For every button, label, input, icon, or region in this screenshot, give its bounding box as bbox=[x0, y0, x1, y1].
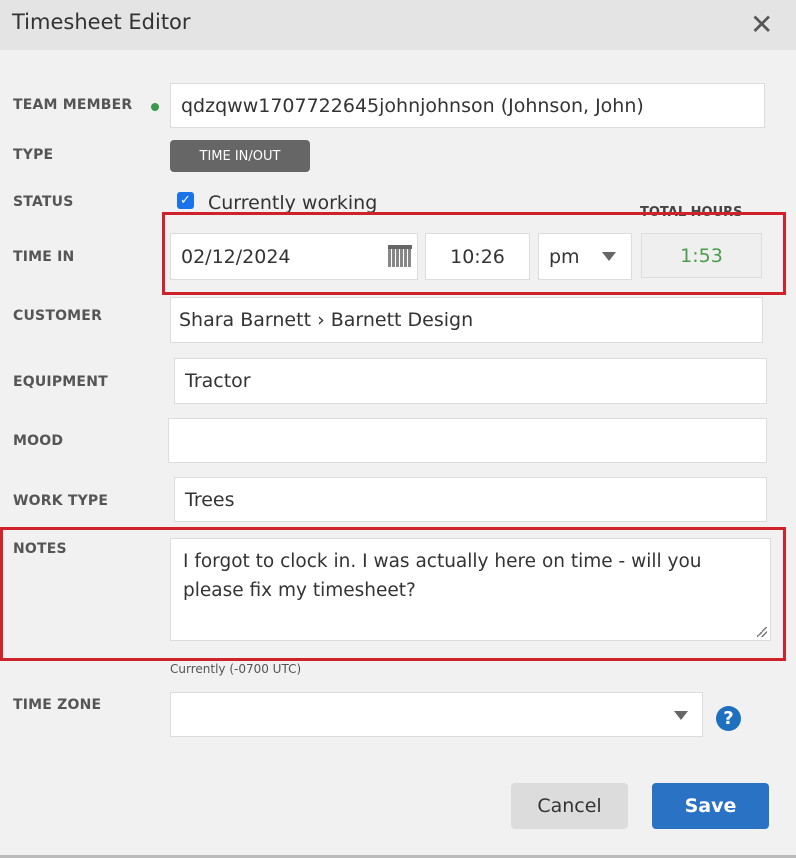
notes-label: NOTES bbox=[13, 541, 67, 557]
chevron-down-icon bbox=[601, 252, 616, 261]
mood-input[interactable] bbox=[168, 418, 767, 463]
type-button[interactable]: TIME IN/OUT bbox=[170, 140, 310, 172]
dialog-title: Timesheet Editor bbox=[12, 10, 191, 34]
team-member-label: TEAM MEMBER bbox=[13, 97, 133, 113]
work-type-input[interactable]: Trees bbox=[174, 477, 767, 522]
chevron-down-icon bbox=[674, 711, 688, 720]
time-zone-hint: Currently (-0700 UTC) bbox=[170, 662, 302, 676]
customer-label: CUSTOMER bbox=[13, 308, 103, 324]
time-in-label: TIME IN bbox=[13, 249, 75, 265]
date-input[interactable]: 02/12/2024 bbox=[170, 233, 418, 280]
notes-textarea[interactable]: I forgot to clock in. I was actually her… bbox=[170, 538, 771, 641]
currently-working-checkbox[interactable]: ✓ bbox=[177, 192, 194, 209]
ampm-select[interactable]: pm bbox=[538, 233, 632, 280]
equipment-input[interactable]: Tractor bbox=[174, 358, 767, 404]
time-zone-select[interactable] bbox=[170, 692, 703, 737]
equipment-label: EQUIPMENT bbox=[13, 374, 108, 390]
resize-handle[interactable] bbox=[757, 627, 767, 637]
mood-label: MOOD bbox=[13, 433, 64, 449]
time-zone-label: TIME ZONE bbox=[13, 697, 102, 713]
customer-input[interactable]: Shara Barnett › Barnett Design bbox=[170, 297, 763, 343]
help-icon[interactable]: ? bbox=[716, 706, 741, 731]
time-input[interactable]: 10:26 bbox=[425, 233, 530, 280]
close-icon[interactable]: ✕ bbox=[750, 10, 773, 40]
total-hours-value: 1:53 bbox=[641, 233, 762, 278]
date-value: 02/12/2024 bbox=[181, 245, 291, 268]
save-button[interactable]: Save bbox=[652, 783, 769, 829]
cancel-button[interactable]: Cancel bbox=[511, 783, 628, 829]
currently-working-label: Currently working bbox=[208, 192, 378, 214]
team-member-input[interactable]: qdzqww1707722645johnjohnson (Johnson, Jo… bbox=[170, 83, 765, 128]
type-label: TYPE bbox=[13, 147, 54, 163]
status-label: STATUS bbox=[13, 194, 74, 210]
online-status-dot bbox=[151, 103, 159, 111]
work-type-label: WORK TYPE bbox=[13, 493, 109, 509]
ampm-value: pm bbox=[549, 245, 580, 268]
calendar-icon[interactable] bbox=[388, 245, 412, 267]
